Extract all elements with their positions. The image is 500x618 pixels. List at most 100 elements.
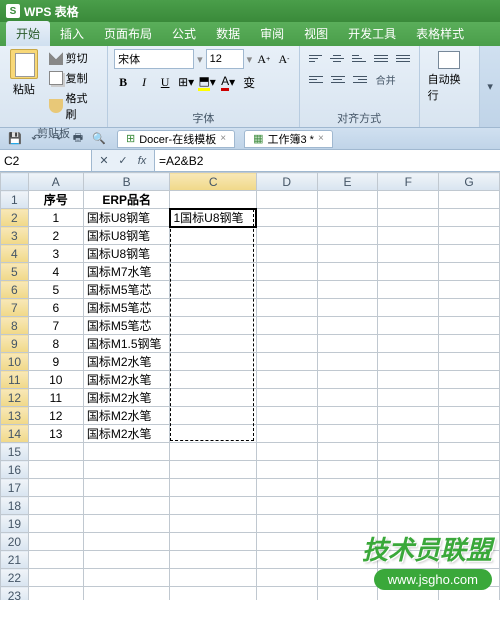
cell-B13[interactable]: 国标M2水笔 (83, 407, 170, 425)
cell-C17[interactable] (170, 479, 256, 497)
cell-A17[interactable] (28, 479, 83, 497)
wrap-text-button[interactable]: 自动换行 (426, 49, 474, 105)
cell-F4[interactable] (378, 245, 439, 263)
cell-A15[interactable] (28, 443, 83, 461)
cell-F6[interactable] (378, 281, 439, 299)
cell-F15[interactable] (378, 443, 439, 461)
cell-F2[interactable] (378, 209, 439, 227)
cell-B22[interactable] (83, 569, 170, 587)
underline-button[interactable]: U (156, 72, 174, 92)
cell-D4[interactable] (256, 245, 317, 263)
cell-E2[interactable] (317, 209, 378, 227)
cell-C6[interactable] (170, 281, 256, 299)
cut-button[interactable]: 剪切 (46, 49, 101, 67)
cell-C3[interactable] (170, 227, 256, 245)
cell-C16[interactable] (170, 461, 256, 479)
row-header-7[interactable]: 7 (1, 299, 29, 317)
cell-E13[interactable] (317, 407, 378, 425)
cell-C15[interactable] (170, 443, 256, 461)
cell-C9[interactable] (170, 335, 256, 353)
cell-C13[interactable] (170, 407, 256, 425)
cell-B3[interactable]: 国标U8钢笔 (83, 227, 170, 245)
cell-A13[interactable]: 12 (28, 407, 83, 425)
column-header-A[interactable]: A (28, 173, 83, 191)
cell-A3[interactable]: 2 (28, 227, 83, 245)
cell-E18[interactable] (317, 497, 378, 515)
row-header-8[interactable]: 8 (1, 317, 29, 335)
cell-G8[interactable] (439, 317, 500, 335)
cell-B18[interactable] (83, 497, 170, 515)
row-header-16[interactable]: 16 (1, 461, 29, 479)
cell-E14[interactable] (317, 425, 378, 443)
row-header-3[interactable]: 3 (1, 227, 29, 245)
cell-A10[interactable]: 9 (28, 353, 83, 371)
cell-D14[interactable] (256, 425, 317, 443)
row-header-10[interactable]: 10 (1, 353, 29, 371)
row-header-22[interactable]: 22 (1, 569, 29, 587)
increase-indent-button[interactable] (393, 49, 413, 67)
row-header-1[interactable]: 1 (1, 191, 29, 209)
cell-A2[interactable]: 1 (28, 209, 83, 227)
cell-C10[interactable] (170, 353, 256, 371)
cell-D15[interactable] (256, 443, 317, 461)
cell-E16[interactable] (317, 461, 378, 479)
row-header-15[interactable]: 15 (1, 443, 29, 461)
cell-A6[interactable]: 5 (28, 281, 83, 299)
cell-E3[interactable] (317, 227, 378, 245)
align-bottom-button[interactable] (349, 49, 369, 67)
cell-E10[interactable] (317, 353, 378, 371)
cell-D16[interactable] (256, 461, 317, 479)
cell-D20[interactable] (256, 533, 317, 551)
cell-D10[interactable] (256, 353, 317, 371)
cell-A19[interactable] (28, 515, 83, 533)
cell-E1[interactable] (317, 191, 378, 209)
row-header-20[interactable]: 20 (1, 533, 29, 551)
copy-button[interactable]: 复制 (46, 69, 101, 87)
cell-B10[interactable]: 国标M2水笔 (83, 353, 170, 371)
row-header-2[interactable]: 2 (1, 209, 29, 227)
cell-F11[interactable] (378, 371, 439, 389)
cell-E4[interactable] (317, 245, 378, 263)
cell-B6[interactable]: 国标M5笔芯 (83, 281, 170, 299)
font-size-select[interactable] (206, 49, 244, 69)
cell-A12[interactable]: 11 (28, 389, 83, 407)
cell-B2[interactable]: 国标U8钢笔 (83, 209, 170, 227)
row-header-4[interactable]: 4 (1, 245, 29, 263)
merge-cells-button[interactable]: 合并 (372, 70, 400, 88)
cell-F7[interactable] (378, 299, 439, 317)
cell-A9[interactable]: 8 (28, 335, 83, 353)
cell-G13[interactable] (439, 407, 500, 425)
cell-A7[interactable]: 6 (28, 299, 83, 317)
cell-D17[interactable] (256, 479, 317, 497)
cell-E15[interactable] (317, 443, 378, 461)
cell-C5[interactable] (170, 263, 256, 281)
cell-E11[interactable] (317, 371, 378, 389)
cell-E12[interactable] (317, 389, 378, 407)
ribbon-tab-6[interactable]: 视图 (294, 21, 338, 46)
ribbon-tab-7[interactable]: 开发工具 (338, 21, 406, 46)
cell-C1[interactable] (170, 191, 256, 209)
cell-C12[interactable] (170, 389, 256, 407)
cell-C14[interactable] (170, 425, 256, 443)
row-header-17[interactable]: 17 (1, 479, 29, 497)
cell-G6[interactable] (439, 281, 500, 299)
cell-A22[interactable] (28, 569, 83, 587)
cell-D2[interactable] (256, 209, 317, 227)
cell-D18[interactable] (256, 497, 317, 515)
cell-G5[interactable] (439, 263, 500, 281)
align-center-button[interactable] (328, 70, 348, 88)
cell-C7[interactable] (170, 299, 256, 317)
cell-A14[interactable]: 13 (28, 425, 83, 443)
row-header-5[interactable]: 5 (1, 263, 29, 281)
cell-D19[interactable] (256, 515, 317, 533)
cell-B16[interactable] (83, 461, 170, 479)
ribbon-tab-5[interactable]: 审阅 (250, 21, 294, 46)
template-tab[interactable]: ⊞ Docer-在线模板 × (117, 130, 235, 148)
row-header-9[interactable]: 9 (1, 335, 29, 353)
cell-B7[interactable]: 国标M5笔芯 (83, 299, 170, 317)
qat-save-button[interactable]: 💾 (6, 131, 24, 147)
row-header-23[interactable]: 23 (1, 587, 29, 601)
cell-F18[interactable] (378, 497, 439, 515)
cell-B11[interactable]: 国标M2水笔 (83, 371, 170, 389)
ribbon-tab-1[interactable]: 插入 (50, 21, 94, 46)
